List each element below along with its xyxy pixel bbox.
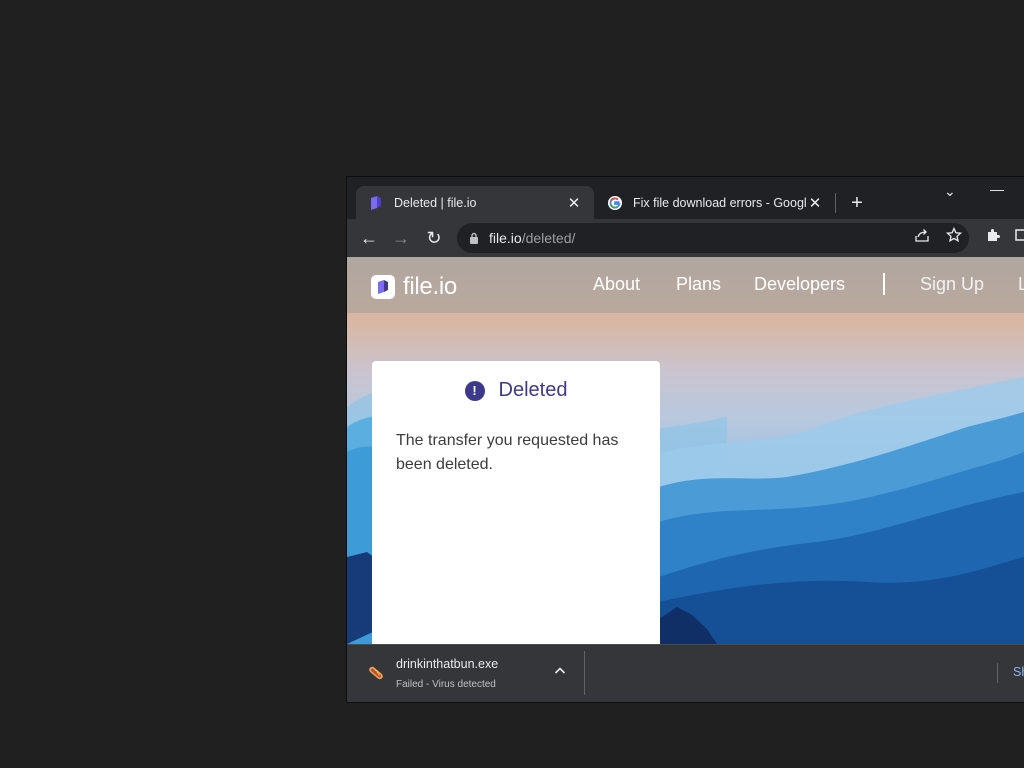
close-tab-icon[interactable]: ✕: [807, 194, 823, 212]
tab-google-help[interactable]: Fix file download errors - Google ✕: [595, 186, 835, 219]
web-content: file.io About Plans Developers Sign Up L…: [347, 257, 1024, 644]
download-status: Failed - Virus detected: [396, 679, 496, 690]
close-tab-icon[interactable]: ✕: [566, 194, 582, 212]
tab-strip: Deleted | file.io ✕ Fix file download er…: [347, 177, 1024, 219]
show-all-button[interactable]: Sh: [1013, 665, 1024, 679]
url-path: /deleted/: [521, 230, 576, 246]
fileio-favicon-icon: [368, 195, 384, 211]
tab-fileio-deleted[interactable]: Deleted | file.io ✕: [356, 186, 594, 219]
tab-search-chevron-icon[interactable]: ⌄: [944, 183, 956, 200]
back-button[interactable]: ←: [358, 227, 380, 249]
tab-divider: [835, 193, 836, 213]
card-title: Deleted: [498, 379, 568, 401]
extensions-icon[interactable]: [983, 225, 1003, 245]
nav-about-link[interactable]: About: [593, 274, 640, 295]
browser-toolbar: ← → ↻ file.io/deleted/: [347, 219, 1024, 257]
tab-title: Fix file download errors - Google: [633, 195, 807, 210]
download-shelf: drinkinthatbun.exe Failed - Virus detect…: [347, 644, 1024, 702]
share-icon[interactable]: [912, 225, 932, 245]
card-message: The transfer you requested has been dele…: [396, 432, 619, 473]
card-header: ! Deleted: [372, 379, 660, 402]
browser-window: Deleted | file.io ✕ Fix file download er…: [347, 177, 1024, 702]
nav-plans-link[interactable]: Plans: [676, 274, 721, 295]
logo-text: file.io: [403, 273, 457, 300]
bookmark-star-icon[interactable]: [944, 225, 964, 245]
lock-icon: [469, 232, 479, 244]
url-host: file.io: [489, 230, 522, 246]
show-all-divider: [997, 663, 998, 683]
nav-divider: [883, 273, 885, 295]
tab-title: Deleted | file.io: [394, 195, 477, 210]
fileio-logo[interactable]: file.io: [371, 273, 457, 301]
reload-button[interactable]: ↻: [423, 227, 445, 249]
exclamation-icon: !: [464, 380, 485, 401]
new-tab-button[interactable]: +: [847, 191, 867, 215]
minimize-button[interactable]: —: [990, 181, 1004, 197]
side-panel-icon[interactable]: [1012, 225, 1024, 245]
hotdog-file-icon: [367, 664, 385, 682]
google-favicon-icon: [607, 195, 623, 211]
nav-login-link[interactable]: L: [1018, 274, 1024, 295]
chevron-up-icon[interactable]: [552, 663, 568, 679]
fileio-logo-icon: [371, 275, 395, 299]
deleted-card: ! Deleted The transfer you requested has…: [372, 361, 660, 644]
download-divider: [584, 651, 585, 695]
nav-developers-link[interactable]: Developers: [754, 274, 845, 295]
forward-button[interactable]: →: [390, 227, 412, 249]
nav-signup-link[interactable]: Sign Up: [920, 274, 984, 295]
address-bar[interactable]: file.io/deleted/: [457, 223, 969, 253]
download-filename[interactable]: drinkinthatbun.exe: [396, 657, 498, 671]
